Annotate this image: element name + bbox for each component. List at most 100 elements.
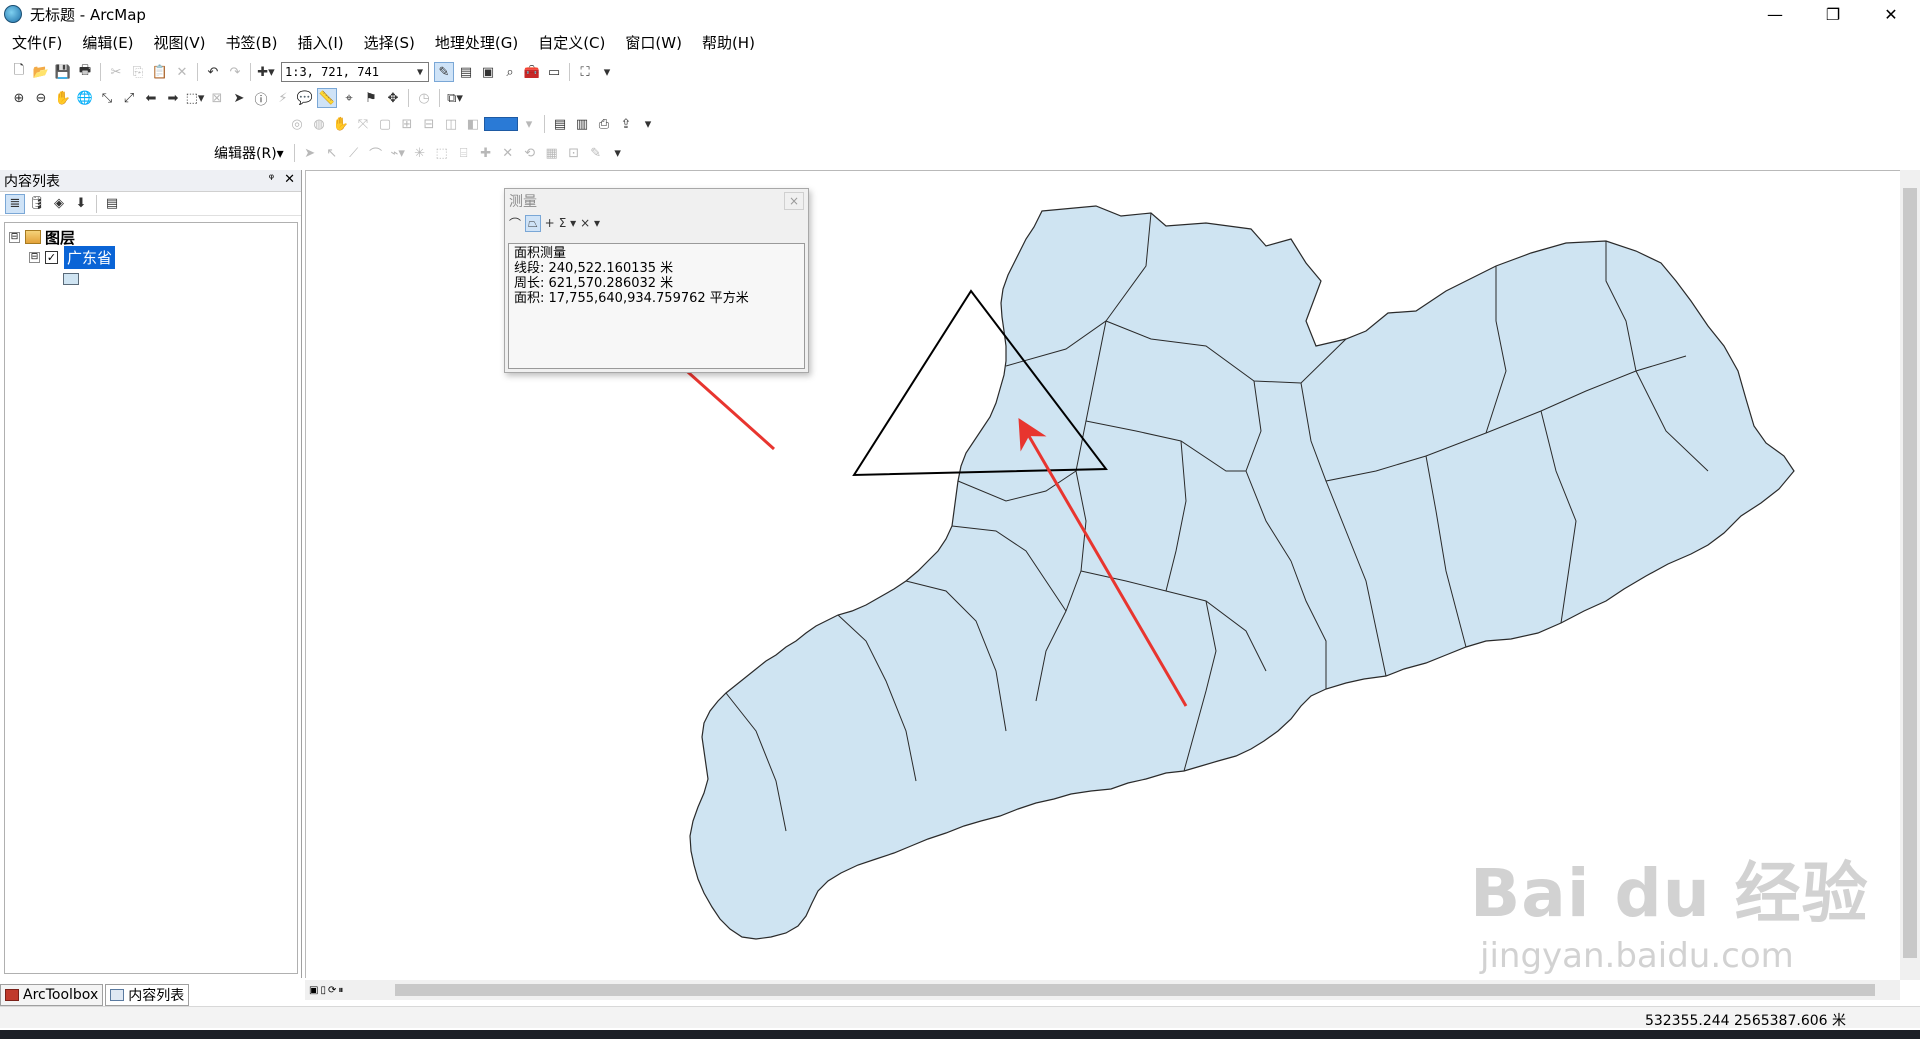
chevron-down-icon[interactable]: ▾ [519, 114, 539, 134]
identify-info-icon[interactable]: ⓘ [251, 88, 271, 108]
redo-icon[interactable]: ↷ [225, 62, 245, 82]
python-window-icon[interactable]: ▭ [544, 62, 564, 82]
menu-help[interactable]: 帮助(H) [690, 32, 763, 53]
layout-view-icon[interactable]: ▤ [550, 114, 570, 134]
viewer-window-icon[interactable]: ⧉▾ [445, 88, 465, 108]
trace-icon[interactable]: ⌁▾ [388, 143, 408, 163]
refresh-icon[interactable]: ⟳ [328, 985, 336, 996]
delete-icon[interactable]: ✕ [172, 62, 192, 82]
menu-insert[interactable]: 插入(I) [286, 32, 352, 53]
tab-table-of-contents[interactable]: 内容列表 [105, 984, 190, 1006]
list-by-drawing-order-icon[interactable]: ≣ [5, 193, 25, 214]
html-popup-icon[interactable]: 💬 [295, 88, 315, 108]
collapse-icon[interactable]: ⊟ [29, 251, 40, 263]
arctoolbox-icon[interactable]: 🧰 [522, 62, 542, 82]
draw-tool-icon-9[interactable]: ◧ [463, 114, 483, 134]
draw-tool-icon-5[interactable]: ▢ [375, 114, 395, 134]
zoom-out-icon[interactable]: ⊖ [31, 88, 51, 108]
point-icon[interactable]: ✳ [410, 143, 430, 163]
toolbar-options-icon[interactable]: ▾ [638, 114, 658, 134]
measure-area-icon[interactable]: ⏢ [525, 214, 541, 232]
new-document-icon[interactable]: 🗋 [9, 62, 29, 82]
tab-arctoolbox[interactable]: ArcToolbox [0, 984, 104, 1006]
open-folder-icon[interactable]: 📂 [31, 62, 51, 82]
measure-dialog-titlebar[interactable]: 测量 × [505, 189, 808, 213]
back-arrow-icon[interactable]: ⬅ [141, 88, 161, 108]
straight-segment-icon[interactable]: ⟋ [344, 143, 364, 163]
hyperlink-icon[interactable]: ⚡ [273, 88, 293, 108]
split-icon[interactable]: ✕ [498, 143, 518, 163]
attributes-icon[interactable]: ▦ [542, 143, 562, 163]
edit-vertices-icon[interactable]: ⬚ [432, 143, 452, 163]
clear-selection-icon[interactable]: ⊠ [207, 88, 227, 108]
page-icon[interactable]: ▥ [572, 114, 592, 134]
toolbar-options-icon[interactable]: ▾ [608, 143, 628, 163]
cut-polygons-icon[interactable]: ✚ [476, 143, 496, 163]
close-icon[interactable]: × [784, 192, 804, 210]
create-features-icon[interactable]: ✎ [586, 143, 606, 163]
catalog-window-icon[interactable]: ▣ [478, 62, 498, 82]
close-icon[interactable]: ✕ [284, 172, 295, 187]
fixed-zoom-out-icon[interactable]: ⤢ [119, 88, 139, 108]
draw-tool-icon-7[interactable]: ⊟ [419, 114, 439, 134]
map-scale-dropdown[interactable]: 1:3, 721, 741 ▼ [281, 62, 429, 82]
search-window-icon[interactable]: ⌕ [500, 62, 520, 82]
find-route-icon[interactable]: ⚑ [361, 88, 381, 108]
fixed-zoom-in-icon[interactable]: ⤡ [97, 88, 117, 108]
full-extent-globe-icon[interactable]: 🌐 [75, 88, 95, 108]
menu-customize[interactable]: 自定义(C) [526, 32, 613, 53]
table-of-contents-icon[interactable]: ▤ [456, 62, 476, 82]
draw-tool-icon-6[interactable]: ⊞ [397, 114, 417, 134]
end-point-arc-icon[interactable]: ⌒ [366, 143, 386, 163]
menu-view[interactable]: 视图(V) [142, 32, 214, 53]
close-button[interactable]: ✕ [1862, 0, 1920, 28]
find-binoculars-icon[interactable]: ⌖ [339, 88, 359, 108]
measure-ruler-icon[interactable]: 📏 [317, 88, 337, 108]
clear-results-icon[interactable]: × ▾ [580, 216, 600, 230]
toolbar-options-icon[interactable]: ▾ [597, 62, 617, 82]
paste-icon[interactable]: 📋 [150, 62, 170, 82]
layer-visibility-checkbox[interactable]: ✓ [45, 250, 58, 264]
draw-tool-icon-3[interactable]: ✋ [331, 114, 351, 134]
menu-bookmarks[interactable]: 书签(B) [214, 32, 286, 53]
map-vertical-scrollbar[interactable] [1900, 170, 1920, 980]
map-horizontal-scrollbar[interactable]: ▣ ▯ ⟳ ⏸ [305, 980, 1900, 1000]
rotate-icon[interactable]: ⟲ [520, 143, 540, 163]
edit-tool-icon[interactable]: ➤ [300, 143, 320, 163]
export-icon[interactable]: ⇪ [616, 114, 636, 134]
save-icon[interactable]: 💾 [53, 62, 73, 82]
undo-icon[interactable]: ↶ [203, 62, 223, 82]
collapse-icon[interactable]: ⊟ [9, 231, 20, 243]
menu-windows[interactable]: 窗口(W) [613, 32, 690, 53]
draw-tool-icon-8[interactable]: ◫ [441, 114, 461, 134]
reshape-icon[interactable]: ⌸ [454, 143, 474, 163]
menu-file[interactable]: 文件(F) [0, 32, 70, 53]
select-elements-pointer-icon[interactable]: ➤ [229, 88, 249, 108]
restore-button[interactable]: ❐ [1804, 0, 1862, 28]
draw-tool-icon-1[interactable]: ◎ [287, 114, 307, 134]
time-slider-icon[interactable]: ◷ [414, 88, 434, 108]
draw-tool-icon-4[interactable]: ⤧ [353, 114, 373, 134]
sketch-properties-icon[interactable]: ⊡ [564, 143, 584, 163]
zoom-in-icon[interactable]: ⊕ [9, 88, 29, 108]
menu-edit[interactable]: 编辑(E) [70, 32, 141, 53]
measure-line-icon[interactable]: ⌒ [509, 215, 521, 232]
horizontal-scroll-thumb[interactable] [395, 984, 1875, 996]
data-view-icon[interactable]: ▣ [309, 985, 318, 996]
list-by-source-icon[interactable]: 🛢 [27, 194, 47, 214]
select-features-icon[interactable]: ⬚▾ [185, 88, 205, 108]
pan-hand-icon[interactable]: ✋ [53, 88, 73, 108]
model-builder-icon[interactable]: ⛶ [575, 62, 595, 82]
pin-icon[interactable]: ᵠ [269, 172, 274, 187]
list-by-selection-icon[interactable]: ⬇ [71, 194, 91, 214]
add-data-icon[interactable]: ✚▾ [256, 62, 276, 82]
draw-tool-icon-2[interactable]: ◍ [309, 114, 329, 134]
menu-geoprocessing[interactable]: 地理处理(G) [423, 32, 526, 53]
layer-name[interactable]: 广东省 [64, 245, 116, 269]
fill-color-swatch[interactable] [484, 117, 518, 131]
measure-feature-icon[interactable]: + [545, 216, 555, 230]
forward-arrow-icon[interactable]: ➡ [163, 88, 183, 108]
tree-row-layers[interactable]: ⊟ 图层 [9, 227, 75, 247]
show-total-icon[interactable]: Σ ▾ [559, 216, 576, 230]
print-icon[interactable]: 🖶 [75, 62, 95, 82]
